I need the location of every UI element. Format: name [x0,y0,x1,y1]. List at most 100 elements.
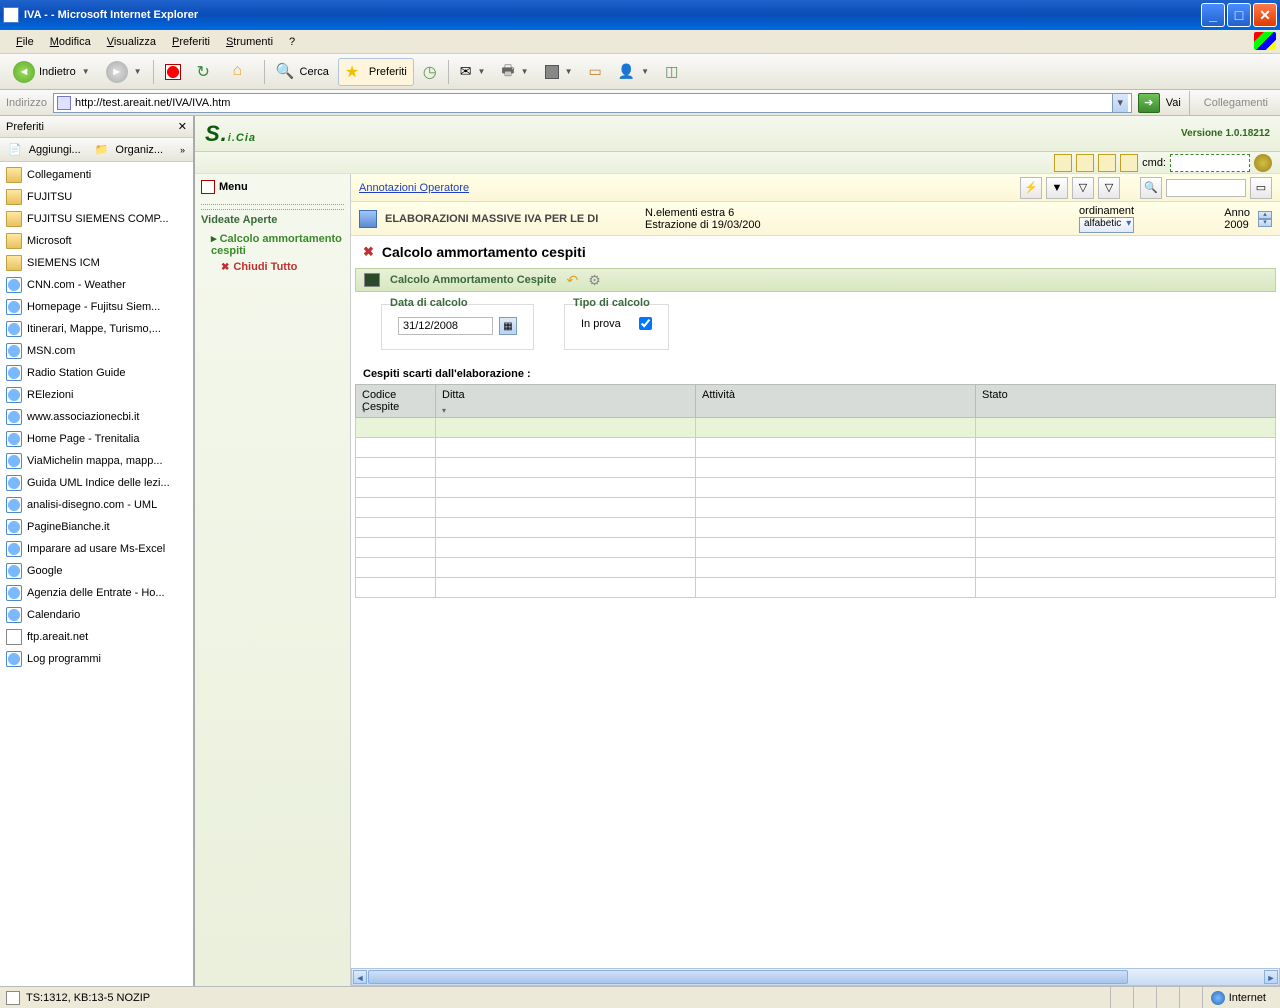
url-dropdown[interactable]: ▾ [1112,94,1128,112]
favorite-item[interactable]: Imparare ad usare Ms-Excel [0,538,193,560]
research-button[interactable]: ◫ [658,58,685,86]
table-row[interactable] [356,538,1276,558]
anno-spinner[interactable]: ▴▾ [1258,211,1272,227]
nav-item-calcolo[interactable]: Calcolo ammortamento cespiti [201,230,344,259]
favorite-item[interactable]: ftp.areait.net [0,626,193,648]
filter-icon-1[interactable]: ⚡ [1020,177,1042,199]
table-row[interactable] [356,458,1276,478]
minimize-button[interactable]: _ [1201,3,1225,27]
menu-modifica[interactable]: Modifica [42,34,99,50]
favorite-item[interactable]: CNN.com - Weather [0,274,193,296]
favorite-item[interactable]: www.associazionecbi.it [0,406,193,428]
table-row[interactable] [356,518,1276,538]
messenger-button[interactable]: 👤▼ [611,58,656,86]
favorite-item[interactable]: FUJITSU [0,186,193,208]
zoom-icon[interactable]: 🔍 [1140,177,1162,199]
menu-preferiti[interactable]: Preferiti [164,34,218,50]
add-favorite-button[interactable]: 📄 Aggiungi... [4,140,89,160]
toolbar-icon-3[interactable] [1098,154,1116,172]
more-icon[interactable]: » [176,143,189,157]
url-input[interactable]: http://test.areait.net/IVA/IVA.htm ▾ [53,93,1132,113]
undo-icon[interactable]: ↶ [566,272,578,289]
table-row[interactable] [356,478,1276,498]
favorite-item[interactable]: SIEMENS ICM [0,252,193,274]
search-input[interactable] [1166,179,1246,197]
nav-menu-header[interactable]: Menu [201,178,344,200]
favorite-item[interactable]: Microsoft [0,230,193,252]
go-button[interactable]: ➔ [1138,93,1160,113]
favorite-item[interactable]: analisi-disegno.com - UML [0,494,193,516]
filter-icon-4[interactable]: ▽ [1098,177,1120,199]
close-panel-button[interactable]: ✕ [178,120,187,133]
dropdown-icon[interactable]: ▼ [521,67,529,76]
favorites-button[interactable]: ★Preferiti [338,58,414,86]
maximize-button[interactable]: □ [1227,3,1251,27]
col-stato[interactable]: Stato [976,385,1276,418]
toolbar-icon-4[interactable] [1120,154,1138,172]
edit-button[interactable]: ▼ [538,58,580,86]
sort-icon[interactable]: ▾ [362,406,366,415]
favorite-item[interactable]: FUJITSU SIEMENS COMP... [0,208,193,230]
menu-file[interactable]: File [8,34,42,50]
favorite-item[interactable]: Home Page - Trenitalia [0,428,193,450]
favorite-item[interactable]: Agenzia delle Entrate - Ho... [0,582,193,604]
home-button[interactable]: ⌂ [226,58,260,86]
bug-icon[interactable] [1254,154,1272,172]
col-ditta[interactable]: Ditta▾ [436,385,696,418]
scroll-left-button[interactable]: ◄ [353,970,367,984]
favorite-item[interactable]: Radio Station Guide [0,362,193,384]
favorite-item[interactable]: PagineBianche.it [0,516,193,538]
table-row[interactable] [356,558,1276,578]
favorite-item[interactable]: Google [0,560,193,582]
scroll-right-button[interactable]: ► [1264,970,1278,984]
toolbar-icon-1[interactable] [1054,154,1072,172]
back-button[interactable]: ◄Indietro▼ [6,58,97,86]
filter-icon-3[interactable]: ▽ [1072,177,1094,199]
col-attivita[interactable]: Attività [696,385,976,418]
col-codice[interactable]: Codice Cespite▾ [356,385,436,418]
dropdown-icon[interactable]: ▼ [565,67,573,76]
table-row[interactable] [356,418,1276,438]
history-button[interactable]: ◷ [416,58,444,86]
cmd-input[interactable] [1170,154,1250,172]
favorite-item[interactable]: Calendario [0,604,193,626]
close-button[interactable]: ✕ [1253,3,1277,27]
inprova-checkbox[interactable] [639,317,652,330]
calendar-icon[interactable]: ▦ [499,317,517,335]
mail-button[interactable]: ✉▼ [453,58,493,86]
dropdown-icon[interactable]: ▼ [82,67,90,76]
dropdown-icon[interactable]: ▼ [478,67,486,76]
links-label[interactable]: Collegamenti [1198,97,1274,109]
table-row[interactable] [356,438,1276,458]
print-button[interactable]: 🖶▼ [494,58,535,86]
data-input[interactable] [398,317,493,335]
search-button[interactable]: 🔍Cerca [269,58,336,86]
favorite-item[interactable]: Guida UML Indice delle lezi... [0,472,193,494]
dropdown-icon[interactable]: ▼ [134,67,142,76]
annotazioni-link[interactable]: Annotazioni Operatore [359,182,469,194]
dropdown-icon[interactable]: ▼ [641,67,649,76]
table-row[interactable] [356,498,1276,518]
favorite-item[interactable]: MSN.com [0,340,193,362]
favorite-item[interactable]: Log programmi [0,648,193,670]
scroll-thumb[interactable] [368,970,1128,984]
favorite-item[interactable]: Homepage - Fujitsu Siem... [0,296,193,318]
horizontal-scrollbar[interactable]: ◄ ► [351,968,1280,986]
card-icon[interactable]: ▭ [1250,177,1272,199]
favorite-item[interactable]: Collegamenti [0,164,193,186]
forward-button[interactable]: ►▼ [99,58,149,86]
menu-visualizza[interactable]: Visualizza [99,34,164,50]
menu-strumenti[interactable]: Strumenti [218,34,281,50]
filter-icon-2[interactable]: ▼ [1046,177,1068,199]
table-row[interactable] [356,578,1276,598]
favorite-item[interactable]: ViaMichelin mappa, mapp... [0,450,193,472]
organize-favorites-button[interactable]: 📁 Organiz... [91,140,171,160]
menu-help[interactable]: ? [281,34,303,50]
refresh-button[interactable]: ↻ [190,58,224,86]
gear-icon[interactable]: ⚙ [588,272,601,289]
discuss-button[interactable]: ▭ [581,58,608,86]
toolbar-icon-2[interactable] [1076,154,1094,172]
nav-close-all[interactable]: Chiudi Tutto [201,259,344,275]
sort-icon[interactable]: ▾ [442,406,446,415]
ord-select[interactable]: alfabetic [1079,217,1134,233]
